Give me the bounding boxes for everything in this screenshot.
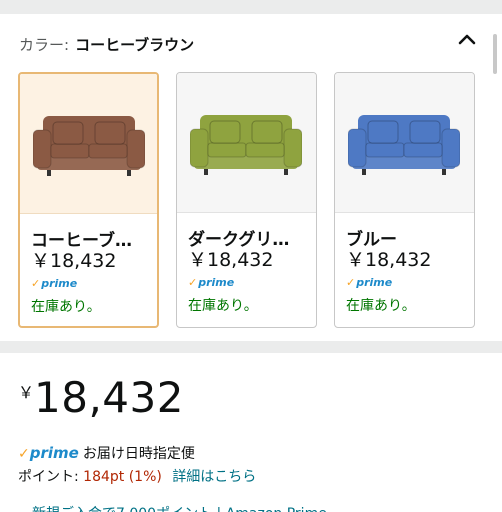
collapse-button[interactable] [455, 28, 479, 52]
prime-check-icon: ✓ [188, 276, 198, 289]
prime-delivery-text: お届け日時指定便 [82, 446, 195, 462]
prime-check-icon: ✓ [346, 276, 356, 289]
prime-badge: ✓prime [188, 276, 234, 289]
color-option-image [20, 74, 157, 214]
color-options-carousel: コーヒーブ… ￥18,432 ✓prime 在庫あり。 ダークグリ… ￥18,432 ✓pr… [18, 72, 502, 328]
color-selector-panel: カラー: コーヒーブラウン コーヒーブ… ￥18,432 ✓prime 在庫あり。 ダーク… [0, 14, 502, 341]
prime-badge: ✓prime [31, 277, 77, 290]
points-value: 184pt (1%) [83, 469, 162, 485]
color-option-price: ￥18,432 [346, 249, 432, 271]
color-label: カラー: [19, 36, 70, 54]
prime-delivery-row: ✓prime お届け日時指定便 [18, 443, 195, 463]
sofa-image [348, 115, 460, 175]
prime-badge-label: prime [356, 276, 393, 289]
points-row: ポイント: 184pt (1%) 詳細はこちら [18, 466, 256, 486]
selected-color-value: コーヒーブラウン [75, 36, 195, 54]
price-amount: 18,432 [34, 373, 184, 422]
chevron-up-icon [458, 34, 476, 45]
points-details-link[interactable]: 詳細はこちら [172, 469, 256, 485]
stock-status: 在庫あり。 [31, 299, 101, 315]
prime-logo: prime [29, 444, 79, 462]
currency-symbol: ￥ [18, 383, 35, 402]
color-option-card[interactable]: ダークグリ… ￥18,432 ✓prime 在庫あり。 [176, 72, 317, 328]
sofa-image [190, 115, 302, 175]
prime-badge: ✓prime [346, 276, 392, 289]
price-section: ￥18,432 ✓prime お届け日時指定便 ポイント: 184pt (1%) … [0, 353, 502, 512]
prime-badge-label: prime [41, 277, 78, 290]
color-option-image [335, 73, 474, 213]
color-option-card[interactable]: ブルー ￥18,432 ✓prime 在庫あり。 [334, 72, 475, 328]
color-option-price: ￥18,432 [31, 250, 117, 272]
stock-status: 在庫あり。 [346, 298, 416, 314]
points-label: ポイント: [18, 469, 79, 485]
color-selector-header: カラー: コーヒーブラウン [19, 34, 194, 55]
prime-check-icon: ✓ [31, 277, 41, 290]
main-price: ￥18,432 [18, 373, 184, 422]
prime-promo-link[interactable]: 新規ご入会で7,000ポイント | Amazon Prime [32, 503, 327, 512]
stock-status: 在庫あり。 [188, 298, 258, 314]
color-option-card[interactable]: コーヒーブ… ￥18,432 ✓prime 在庫あり。 [18, 72, 159, 328]
prime-check-icon: ✓ [18, 446, 30, 462]
sofa-image [33, 116, 145, 176]
section-separator [0, 341, 502, 353]
color-option-price: ￥18,432 [188, 249, 274, 271]
top-separator [0, 0, 502, 14]
scrollbar[interactable] [493, 34, 497, 74]
color-option-image [177, 73, 316, 213]
prime-badge-label: prime [198, 276, 235, 289]
